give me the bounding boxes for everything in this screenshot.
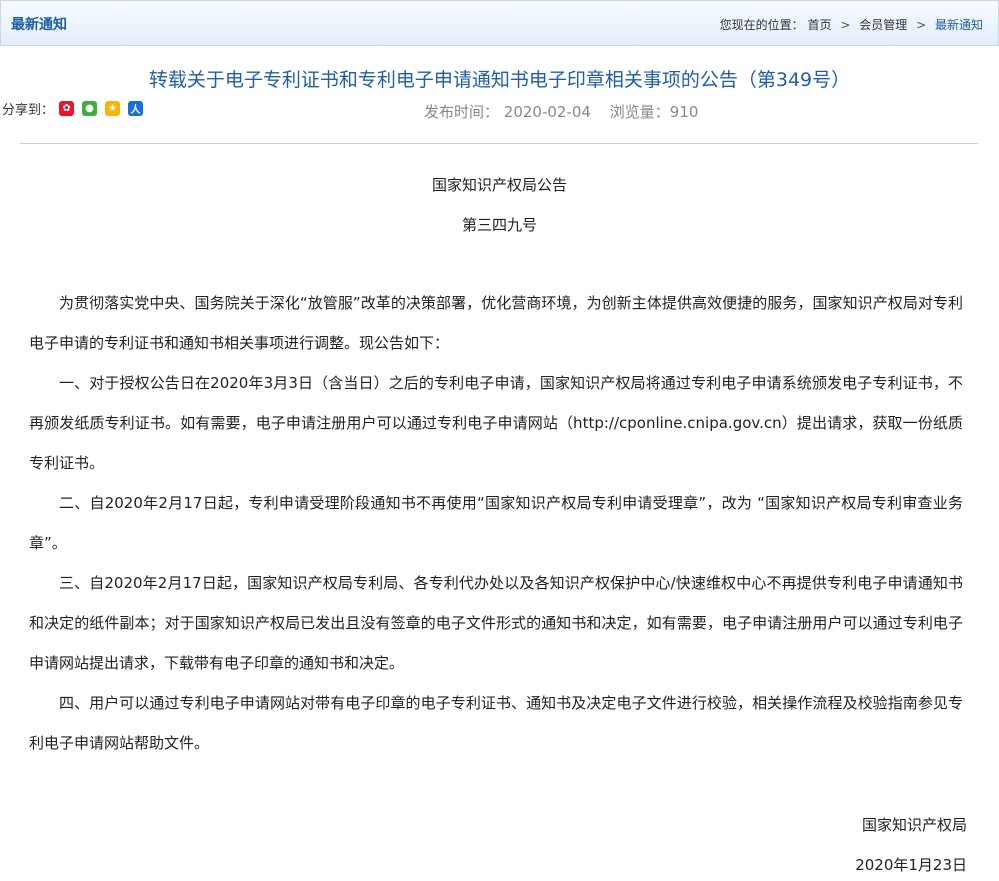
share-label: 分享到： [2,99,54,118]
views-label: 浏览量： [610,103,670,121]
section-title: 最新通知 [11,14,67,34]
views-count: 910 [670,103,699,121]
breadcrumb-home[interactable]: 首页 [808,18,832,32]
paragraph-intro: 为贯彻落实党中央、国务院关于深化“放管服”改革的决策部署，优化营商环境，为创新主… [29,283,963,363]
share-bar: 分享到： ✿ ● ★ 人 [2,99,143,118]
renren-share-icon[interactable]: 人 [128,101,143,116]
breadcrumb-separator: > [840,18,850,32]
publish-date: 2020-02-04 [504,103,591,121]
location-label: 您现在的位置： [720,18,804,32]
breadcrumb-member[interactable]: 会员管理 [859,18,907,32]
divider [20,143,978,144]
announcement-number: 第三四九号 [0,214,999,235]
article-title: 转载关于电子专利证书和专利电子申请通知书电子印章相关事项的公告（第349号） [0,65,999,92]
publish-label: 发布时间： [424,103,499,121]
paragraph-3: 三、自2020年2月17日起，国家知识产权局专利局、各专利代办处以及各知识产权保… [29,563,963,683]
qzone-share-icon[interactable]: ★ [105,101,120,116]
breadcrumb-current[interactable]: 最新通知 [935,18,983,32]
breadcrumb-separator: > [916,18,926,32]
sign-date: 2020年1月23日 [855,854,967,875]
paragraph-2: 二、自2020年2月17日起，专利申请受理阶段通知书不再使用“国家知识产权局专利… [29,483,963,563]
signature: 国家知识产权局 [862,814,967,835]
issuer-heading: 国家知识产权局公告 [0,174,999,195]
breadcrumb: 您现在的位置： 首页 > 会员管理 > 最新通知 [720,16,983,33]
wechat-share-icon[interactable]: ● [82,101,97,116]
weibo-share-icon[interactable]: ✿ [59,101,74,116]
paragraph-4: 四、用户可以通过专利电子申请网站对带有电子印章的电子专利证书、通知书及决定电子文… [29,683,963,763]
paragraph-1: 一、对于授权公告日在2020年3月3日（含当日）之后的专利电子申请，国家知识产权… [29,363,963,483]
article-meta: 发布时间： 2020-02-04 浏览量：910 [424,101,698,122]
header-bar: 最新通知 您现在的位置： 首页 > 会员管理 > 最新通知 [0,0,999,46]
